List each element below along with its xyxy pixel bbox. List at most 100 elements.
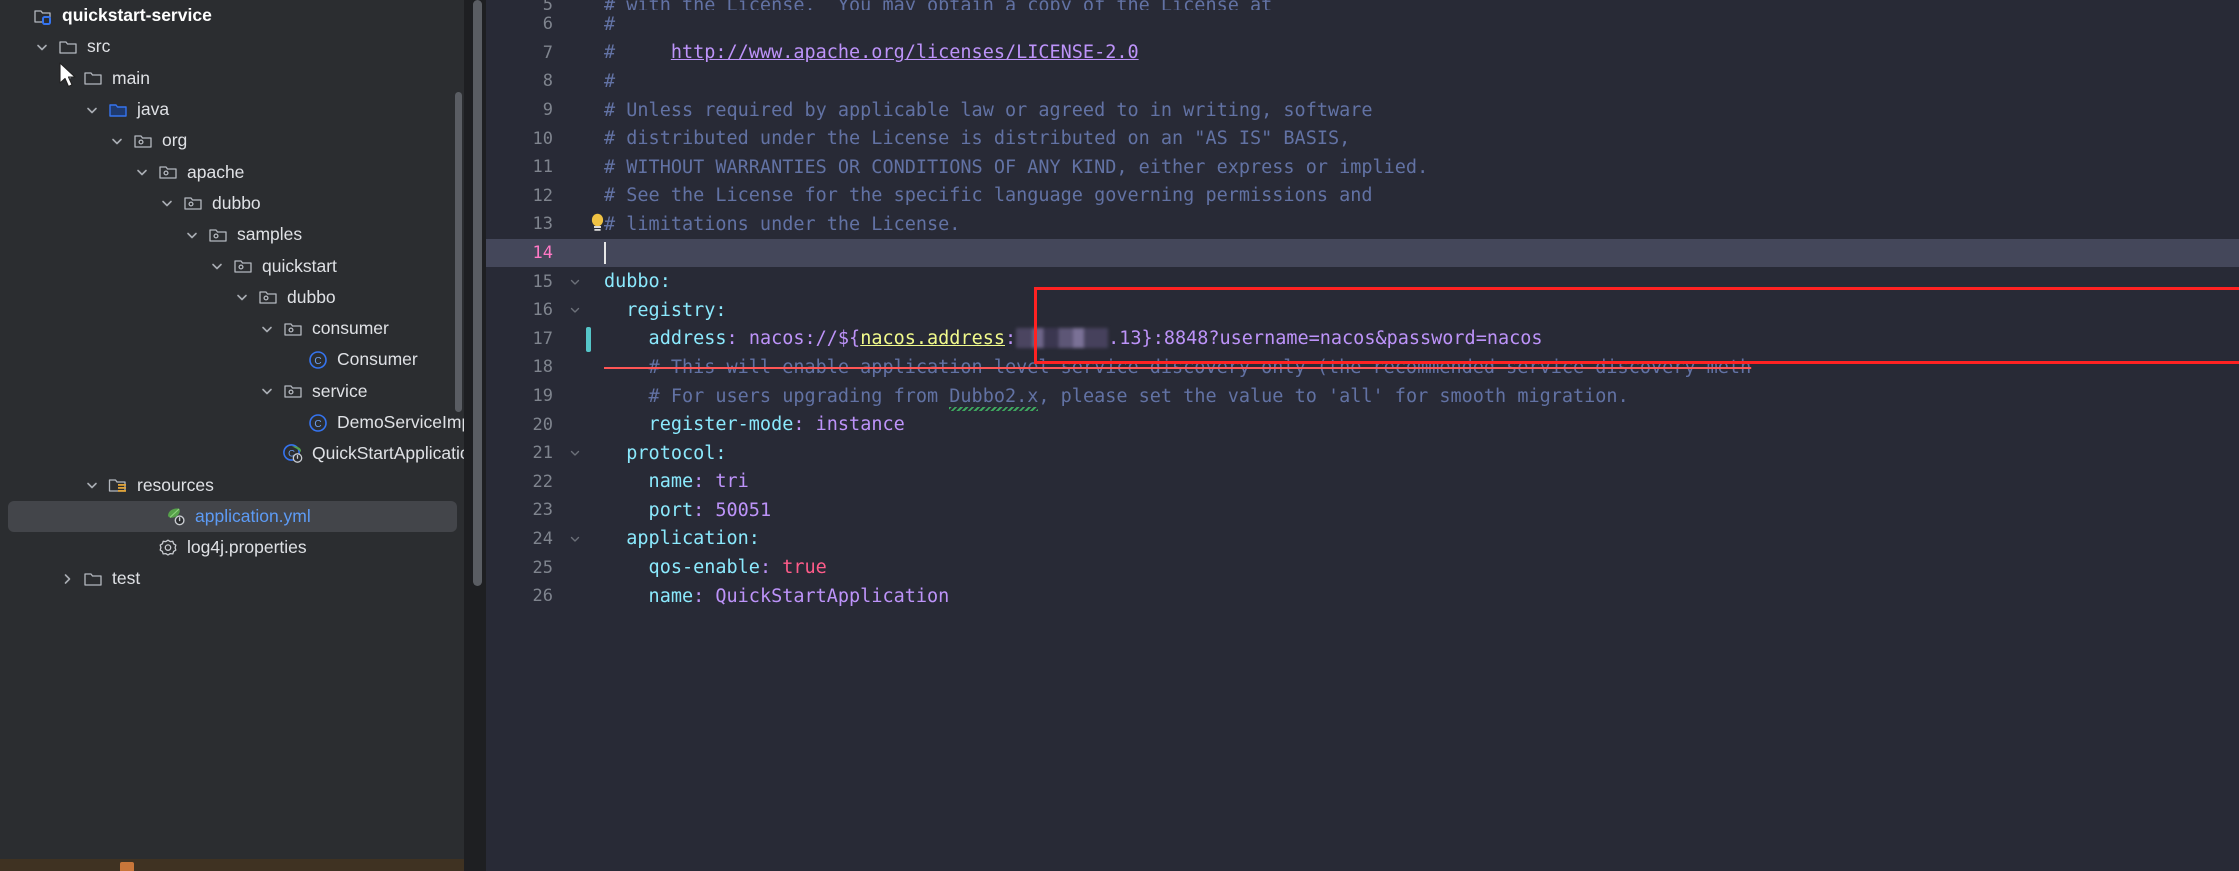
tree-item-service[interactable]: service bbox=[0, 376, 465, 407]
tree-item-org[interactable]: org bbox=[0, 125, 465, 156]
editor-vertical-scrollbar[interactable] bbox=[473, 0, 482, 586]
folder-icon bbox=[80, 68, 106, 88]
code-line-17[interactable]: 17 address: nacos://${nacos.address: .13}… bbox=[486, 325, 2239, 354]
chevron-down-icon[interactable] bbox=[254, 384, 280, 398]
chevron-right-icon[interactable] bbox=[54, 572, 80, 586]
code-line-text: protocol: bbox=[586, 443, 2239, 464]
code-token: nacos.address bbox=[860, 328, 1005, 350]
code-line-text: # limitations under the License. bbox=[586, 214, 2239, 235]
chevron-down-icon[interactable] bbox=[154, 196, 180, 210]
line-number: 24 bbox=[532, 528, 553, 549]
code-line-21[interactable]: 21 protocol: bbox=[486, 439, 2239, 468]
code-line-14[interactable]: 14 bbox=[486, 238, 2239, 268]
code-line-9[interactable]: 9 # Unless required by applicable law or … bbox=[486, 96, 2239, 125]
code-line-22[interactable]: 22 name: tri bbox=[486, 468, 2239, 497]
code-line-24[interactable]: 24 application: bbox=[486, 525, 2239, 554]
chevron-down-icon[interactable] bbox=[179, 228, 205, 242]
tree-item-main[interactable]: main bbox=[0, 63, 465, 94]
svg-text:C: C bbox=[314, 419, 321, 430]
package-icon bbox=[280, 381, 306, 401]
code-line-19[interactable]: 19 # For users upgrading from Dubbo2.x, … bbox=[486, 382, 2239, 411]
properties-file-icon bbox=[155, 538, 181, 558]
chevron-down-icon[interactable] bbox=[104, 134, 130, 148]
code-editor[interactable]: 5 # with the License. You may obtain a co… bbox=[465, 0, 2239, 871]
chevron-down-icon[interactable] bbox=[129, 165, 155, 179]
chevron-down-icon[interactable] bbox=[29, 40, 55, 54]
code-line-12[interactable]: 12 # See the License for the specific lan… bbox=[486, 182, 2239, 211]
tree-item-samples[interactable]: samples bbox=[0, 219, 465, 250]
tree-item-resources[interactable]: resources bbox=[0, 469, 465, 500]
fold-toggle-icon[interactable] bbox=[564, 276, 586, 288]
tree-item-application-yml[interactable]: application.yml bbox=[8, 500, 457, 533]
package-icon bbox=[205, 225, 231, 245]
tree-item-test[interactable]: test bbox=[0, 563, 465, 594]
tree-item-consumer[interactable]: C Consumer bbox=[0, 344, 465, 375]
sidebar-scrollbar[interactable] bbox=[455, 92, 462, 412]
fold-toggle-icon[interactable] bbox=[564, 447, 586, 459]
tree-item-quickstart[interactable]: quickstart bbox=[0, 250, 465, 281]
tree-item-dubbo[interactable]: dubbo bbox=[0, 188, 465, 219]
chevron-down-icon[interactable] bbox=[79, 478, 105, 492]
code-line-25[interactable]: 25 qos-enable: true bbox=[486, 553, 2239, 582]
tree-item-src[interactable]: src bbox=[0, 31, 465, 62]
code-token: : bbox=[1005, 328, 1017, 350]
code-line-text: # WITHOUT WARRANTIES OR CONDITIONS OF AN… bbox=[586, 157, 2239, 178]
code-line-text: name: tri bbox=[586, 471, 2239, 492]
line-number: 6 bbox=[542, 14, 553, 35]
code-area[interactable]: 5 # with the License. You may obtain a co… bbox=[486, 0, 2239, 871]
code-line-10[interactable]: 10 # distributed under the License is dis… bbox=[486, 124, 2239, 153]
code-line-18[interactable]: 18 # This will enable application level … bbox=[486, 353, 2239, 382]
tree-item-apache[interactable]: apache bbox=[0, 156, 465, 187]
code-line-16[interactable]: 16 registry: bbox=[486, 296, 2239, 325]
line-number: 14 bbox=[532, 243, 553, 264]
tree-item-dubbo[interactable]: dubbo bbox=[0, 282, 465, 313]
chevron-down-icon[interactable] bbox=[79, 103, 105, 117]
code-line-text: # This will enable application level ser… bbox=[586, 357, 2239, 378]
code-line-8[interactable]: 8 # bbox=[486, 67, 2239, 96]
line-number: 20 bbox=[532, 414, 553, 435]
line-number: 9 bbox=[542, 100, 553, 121]
package-icon bbox=[155, 162, 181, 182]
code-line-23[interactable]: 23 port: 50051 bbox=[486, 496, 2239, 525]
code-line-26[interactable]: 26 name: QuickStartApplication bbox=[486, 582, 2239, 611]
code-token: # distributed under the License is distr… bbox=[604, 128, 1351, 150]
code-line-6[interactable]: 6 # bbox=[486, 10, 2239, 39]
tree-item-label: test bbox=[112, 568, 141, 589]
spring-boot-class-icon: C bbox=[280, 443, 306, 465]
code-token: http://www.apache.org/licenses/LICENSE-2… bbox=[670, 42, 1139, 64]
code-line-20[interactable]: 20 register-mode: instance bbox=[486, 410, 2239, 439]
tree-item-label: application.yml bbox=[195, 505, 311, 526]
chevron-down-icon[interactable] bbox=[54, 71, 80, 85]
tree-item-label: dubbo bbox=[287, 286, 336, 307]
code-line-11[interactable]: 11 # WITHOUT WARRANTIES OR CONDITIONS OF … bbox=[486, 153, 2239, 182]
line-number: 5 bbox=[542, 0, 553, 10]
chevron-down-icon[interactable] bbox=[229, 290, 255, 304]
package-icon bbox=[280, 319, 306, 339]
code-line-13[interactable]: 13 # limitations under the License. bbox=[486, 210, 2239, 239]
project-tree-panel[interactable]: quickstart-service src main java org apache du… bbox=[0, 0, 465, 871]
line-number: 15 bbox=[532, 271, 553, 292]
fold-toggle-icon[interactable] bbox=[564, 533, 586, 545]
tree-item-label: src bbox=[87, 36, 111, 57]
tree-item-quickstartapplication[interactable]: C QuickStartApplication bbox=[0, 438, 465, 469]
tree-item-java[interactable]: java bbox=[0, 94, 465, 125]
code-token: # with the License. You may obtain a cop… bbox=[604, 0, 1272, 10]
chevron-down-icon[interactable] bbox=[254, 322, 280, 336]
code-line-text: application: bbox=[586, 528, 2239, 549]
line-number: 7 bbox=[542, 42, 553, 63]
tree-item-consumer[interactable]: consumer bbox=[0, 313, 465, 344]
code-line-text: qos-enable: true bbox=[586, 557, 2239, 578]
tree-item-quickstart-service[interactable]: quickstart-service bbox=[0, 0, 465, 31]
fold-toggle-icon[interactable] bbox=[564, 304, 586, 316]
code-line-15[interactable]: 15 dubbo: bbox=[486, 267, 2239, 296]
tree-item-demoserviceimpl[interactable]: C DemoServiceImpl bbox=[0, 407, 465, 438]
line-number: 26 bbox=[532, 586, 553, 607]
chevron-down-icon[interactable] bbox=[204, 259, 230, 273]
code-line-7[interactable]: 7 # http://www.apache.org/licenses/LICENS… bbox=[486, 39, 2239, 68]
code-token: register-mode bbox=[604, 414, 794, 436]
tree-item-label: QuickStartApplication bbox=[312, 443, 465, 464]
tree-item-log4j-properties[interactable]: log4j.properties bbox=[0, 532, 465, 563]
code-line-5[interactable]: 5 # with the License. You may obtain a co… bbox=[486, 0, 2239, 10]
code-token: Dubbo2.x bbox=[949, 385, 1039, 407]
code-line-text: name: QuickStartApplication bbox=[586, 586, 2239, 607]
